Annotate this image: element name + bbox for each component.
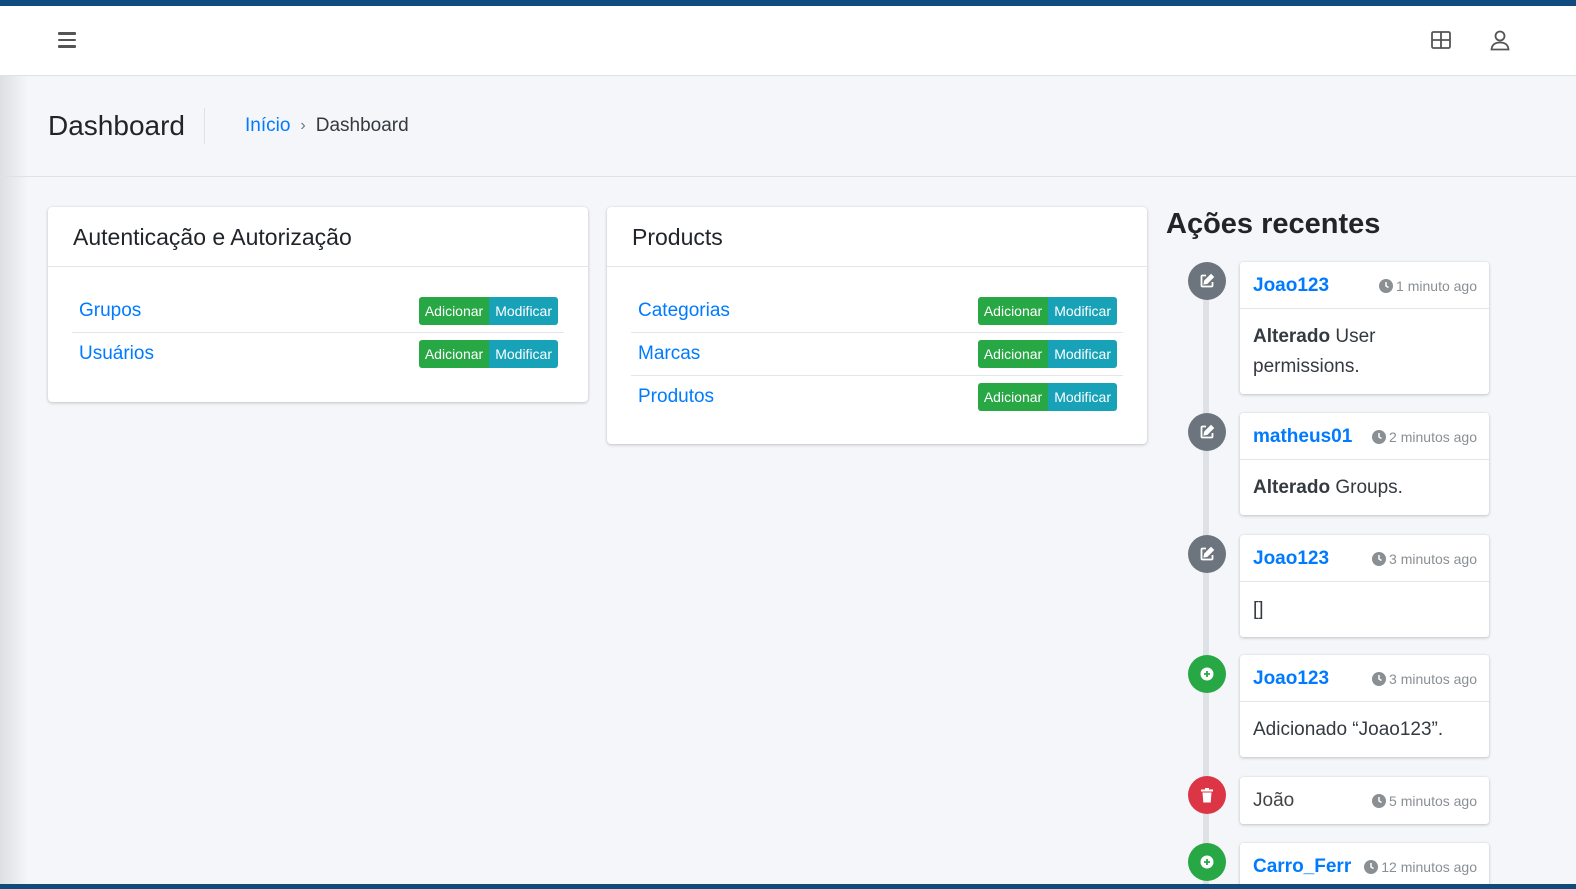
clock-icon xyxy=(1372,794,1387,808)
timeline-item: Joao123 3 minutos ago Adicionado “Joao12… xyxy=(1240,655,1489,757)
breadcrumb: Início › Dashboard xyxy=(245,115,409,137)
timeline-time: 12 minutos ago xyxy=(1364,859,1477,875)
breadcrumb-current: Dashboard xyxy=(315,115,409,136)
timeline-time-text: 1 minuto ago xyxy=(1396,278,1477,294)
timeline-body: [] xyxy=(1240,582,1489,637)
timeline-time: 2 minutos ago xyxy=(1372,429,1477,445)
change-button[interactable]: Modificar xyxy=(489,340,558,368)
page-title: Dashboard xyxy=(48,110,185,141)
hamburger-icon[interactable] xyxy=(58,32,76,48)
model-row: Categorias Adicionar Modificar xyxy=(631,290,1123,333)
timeline-text: [] xyxy=(1253,599,1264,620)
clock-icon xyxy=(1364,860,1379,874)
timeline-time: 3 minutos ago xyxy=(1372,671,1477,687)
timeline-user-link[interactable]: Joao123 xyxy=(1253,275,1329,297)
bottom-accent-bar xyxy=(0,884,1576,889)
clock-icon xyxy=(1372,552,1387,566)
model-link-categorias[interactable]: Categorias xyxy=(638,300,730,322)
user-icon[interactable] xyxy=(1488,28,1512,52)
app-card-auth: Autenticação e Autorização Grupos Adicio… xyxy=(48,207,588,402)
edit-icon xyxy=(1188,413,1226,451)
breadcrumb-separator: › xyxy=(300,117,306,134)
change-button[interactable]: Modificar xyxy=(1048,340,1117,368)
model-row: Grupos Adicionar Modificar xyxy=(72,290,564,333)
add-button[interactable]: Adicionar xyxy=(418,297,490,325)
model-row: Produtos Adicionar Modificar xyxy=(631,376,1123,419)
model-link-usuarios[interactable]: Usuários xyxy=(79,343,154,365)
clock-icon xyxy=(1372,672,1387,686)
timeline-text: Groups. xyxy=(1330,477,1403,498)
timeline-time-text: 2 minutos ago xyxy=(1389,429,1477,445)
timeline-item: Joao123 1 minuto ago Alterado User permi… xyxy=(1240,262,1489,394)
timeline-body: Adicionado “Joao123”. xyxy=(1240,702,1489,757)
timeline-action: Alterado xyxy=(1253,326,1331,347)
change-button[interactable]: Modificar xyxy=(1048,383,1117,411)
timeline-time: 3 minutos ago xyxy=(1372,551,1477,567)
timeline-time: 5 minutos ago xyxy=(1372,793,1477,809)
timeline-item: matheus01 2 minutos ago Alterado Groups. xyxy=(1240,413,1489,515)
content-header: Dashboard Início › Dashboard xyxy=(0,76,1576,177)
timeline-body: Alterado User permissions. xyxy=(1240,309,1489,394)
timeline-item: Joao123 3 minutos ago [] xyxy=(1240,535,1489,637)
recent-actions-title: Ações recentes xyxy=(1166,208,1381,240)
timeline-time: 1 minuto ago xyxy=(1379,278,1477,294)
top-navbar xyxy=(0,6,1576,76)
model-row: Usuários Adicionar Modificar xyxy=(72,333,564,376)
trash-icon xyxy=(1188,776,1226,814)
clock-icon xyxy=(1372,430,1387,444)
timeline-item: Carro_Ferr 12 minutos ago xyxy=(1240,843,1489,889)
timeline-action: Alterado xyxy=(1253,477,1331,498)
plus-circle-icon xyxy=(1188,843,1226,881)
plus-circle-icon xyxy=(1188,655,1226,693)
breadcrumb-home-link[interactable]: Início xyxy=(245,115,290,137)
add-button[interactable]: Adicionar xyxy=(418,340,490,368)
timeline-user-link[interactable]: Joao123 xyxy=(1253,668,1329,690)
add-button[interactable]: Adicionar xyxy=(977,340,1049,368)
app-card-products: Products Categorias Adicionar Modificar … xyxy=(607,207,1147,444)
change-button[interactable]: Modificar xyxy=(1048,297,1117,325)
timeline-text: Adicionado “Joao123”. xyxy=(1253,719,1444,740)
add-button[interactable]: Adicionar xyxy=(977,297,1049,325)
timeline-user-deleted: João xyxy=(1253,790,1295,811)
title-divider xyxy=(204,108,205,144)
card-title: Autenticação e Autorização xyxy=(48,207,588,267)
timeline-time-text: 12 minutos ago xyxy=(1381,859,1477,875)
model-link-produtos[interactable]: Produtos xyxy=(638,386,714,408)
edit-icon xyxy=(1188,262,1226,300)
timeline-body: Alterado Groups. xyxy=(1240,460,1489,515)
edit-icon xyxy=(1188,535,1226,573)
timeline-time-text: 5 minutos ago xyxy=(1389,793,1477,809)
grid-icon[interactable] xyxy=(1429,28,1453,52)
timeline-user-link[interactable]: Joao123 xyxy=(1253,548,1329,570)
card-title: Products xyxy=(607,207,1147,267)
model-link-marcas[interactable]: Marcas xyxy=(638,343,700,365)
timeline-item: João 5 minutos ago xyxy=(1240,777,1489,824)
timeline-user-link[interactable]: matheus01 xyxy=(1253,426,1352,448)
model-row: Marcas Adicionar Modificar xyxy=(631,333,1123,376)
timeline-time-text: 3 minutos ago xyxy=(1389,671,1477,687)
timeline-time-text: 3 minutos ago xyxy=(1389,551,1477,567)
model-link-grupos[interactable]: Grupos xyxy=(79,300,141,322)
timeline-user-link[interactable]: Carro_Ferr xyxy=(1253,856,1351,878)
add-button[interactable]: Adicionar xyxy=(977,383,1049,411)
clock-icon xyxy=(1379,279,1394,293)
change-button[interactable]: Modificar xyxy=(489,297,558,325)
